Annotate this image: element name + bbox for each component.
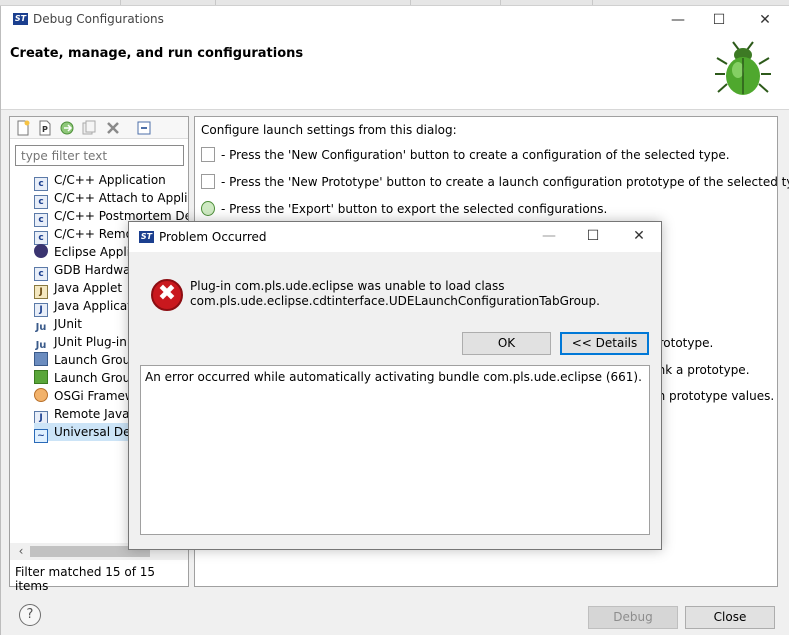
- tree-item-label: Launch Group: [54, 371, 138, 385]
- export-icon[interactable]: [59, 120, 75, 136]
- tree-item-label: C/C++ Application: [54, 173, 166, 187]
- new-prototype-icon[interactable]: P: [37, 120, 53, 136]
- export-icon: [201, 201, 215, 216]
- strip-divider: [500, 0, 501, 5]
- minimize-button[interactable]: —: [655, 8, 701, 34]
- universal-debug-icon: ~: [34, 429, 48, 443]
- new-configuration-icon[interactable]: [15, 120, 31, 136]
- window-title: Debug Configurations: [33, 12, 164, 26]
- error-message: Plug-in com.pls.ude.eclipse was unable t…: [190, 279, 600, 309]
- help-line-new-prototype: - Press the 'New Prototype' button to cr…: [201, 174, 789, 189]
- tree-item-label: JUnit: [54, 317, 82, 331]
- help-line-export: - Press the 'Export' button to export th…: [201, 201, 607, 216]
- window-titlebar: ST Debug Configurations — ☐ ✕: [1, 6, 789, 34]
- tree-item-label: Launch Group: [54, 353, 138, 367]
- tree-item-label: Java Applet: [54, 281, 123, 295]
- banner-title: Create, manage, and run configurations: [10, 46, 304, 61]
- strip-divider: [215, 0, 216, 5]
- filter-status: Filter matched 15 of 15 items: [15, 565, 156, 593]
- launch-group-icon: [34, 352, 48, 366]
- strip-divider: [120, 0, 121, 5]
- ok-button[interactable]: OK: [462, 332, 551, 355]
- dialog-titlebar: ST Problem Occurred — ☐ ✕: [129, 222, 661, 252]
- help-partial-text: ch prototype values.: [651, 389, 775, 403]
- tree-item-label: JUnit Plug-in T: [54, 335, 138, 349]
- tree-item-label: C/C++ Attach to Applica: [54, 191, 188, 205]
- dialog-title: Problem Occurred: [159, 230, 267, 244]
- window-close-button[interactable]: ✕: [742, 8, 788, 34]
- delete-icon[interactable]: [105, 120, 121, 136]
- maximize-button[interactable]: ☐: [696, 8, 742, 34]
- new-prototype-icon: [201, 174, 215, 189]
- help-text: - Press the 'Export' button to export th…: [221, 202, 608, 216]
- strip-divider: [592, 0, 593, 5]
- dialog-close-button[interactable]: ✕: [617, 224, 661, 250]
- problem-occurred-dialog: ST Problem Occurred — ☐ ✕ ✖ Plug-in com.…: [128, 221, 662, 550]
- help-partial-text: link a prototype.: [651, 363, 750, 377]
- left-toolbar: P: [10, 117, 188, 139]
- tree-item-cpp-application[interactable]: c C/C++ Application: [34, 171, 188, 191]
- error-message-line: com.pls.ude.eclipse.cdtinterface.UDELaun…: [190, 294, 600, 308]
- details-button[interactable]: << Details: [560, 332, 649, 355]
- dialog-maximize-button[interactable]: ☐: [571, 224, 615, 250]
- header-banner: Create, manage, and run configurations: [1, 34, 789, 110]
- error-message-line: Plug-in com.pls.ude.eclipse was unable t…: [190, 279, 505, 293]
- help-text: - Press the 'New Prototype' button to cr…: [221, 175, 789, 189]
- new-configuration-icon: [201, 147, 215, 162]
- launch-group-icon: [34, 370, 48, 384]
- close-button[interactable]: Close: [685, 606, 775, 629]
- collapse-all-icon[interactable]: [136, 120, 152, 136]
- dialog-minimize-button[interactable]: —: [527, 224, 571, 250]
- details-text-area[interactable]: An error occurred while automatically ac…: [140, 365, 650, 535]
- bug-icon: [715, 41, 771, 95]
- error-icon: ✖: [151, 279, 183, 311]
- scroll-left-icon[interactable]: ‹: [14, 543, 28, 560]
- help-button[interactable]: ?: [19, 604, 41, 626]
- app-icon: ST: [13, 13, 28, 25]
- dialog-app-icon: ST: [139, 231, 154, 243]
- help-line-new-configuration: - Press the 'New Configuration' button t…: [201, 147, 730, 162]
- svg-text:P: P: [42, 125, 48, 134]
- debug-button[interactable]: Debug: [588, 606, 678, 629]
- duplicate-icon[interactable]: [81, 120, 97, 136]
- filter-input[interactable]: [15, 145, 184, 166]
- tree-item-label: Eclipse Applic: [54, 245, 137, 259]
- tree-item-cpp-attach[interactable]: c C/C++ Attach to Applica: [34, 189, 188, 209]
- strip-divider: [410, 0, 411, 5]
- eclipse-icon: [34, 244, 48, 258]
- help-heading: Configure launch settings from this dial…: [201, 123, 457, 137]
- help-text: - Press the 'New Configuration' button t…: [221, 148, 730, 162]
- osgi-icon: [34, 388, 48, 402]
- tree-item-label: C/C++ Remot: [54, 227, 138, 241]
